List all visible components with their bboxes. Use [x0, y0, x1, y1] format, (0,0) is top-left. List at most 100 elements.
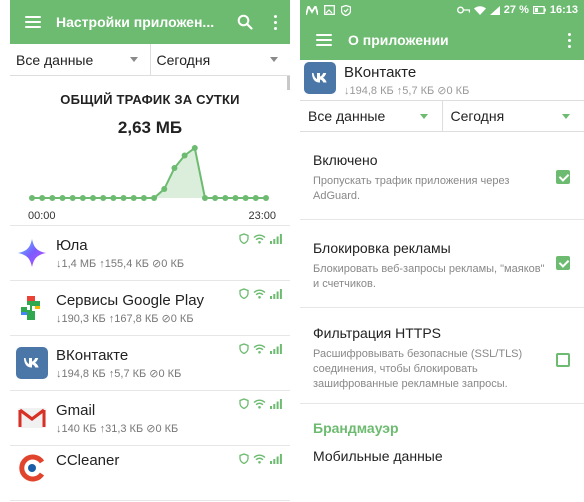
vk-icon [16, 347, 48, 379]
ccleaner-icon [16, 452, 48, 484]
traffic-point-15:00 [181, 152, 188, 159]
data-filter-dropdown[interactable]: Все данные [10, 44, 150, 75]
shield-icon [239, 453, 249, 464]
image-notification-icon [324, 5, 335, 15]
top-app-bar: О приложении [300, 20, 584, 60]
list-item[interactable]: Gmail ↓140 КБ ↑31,3 КБ ⊘0 КБ [10, 391, 290, 446]
traffic-point-02:00 [49, 195, 56, 201]
key-icon [456, 6, 470, 14]
app-status-icons [239, 288, 282, 299]
vk-icon [304, 62, 336, 94]
setting-description: Пропускать трафик приложения через AdGua… [313, 175, 510, 202]
app-header: ВКонтакте ↓194,8 КБ ↑5,7 КБ ⊘0 КБ [300, 60, 584, 100]
top-app-bar: Настройки приложен... [10, 0, 290, 44]
setting-ad-blocking[interactable]: Блокировка рекламы Блокировать веб-запро… [300, 220, 584, 308]
list-item[interactable]: ВКонтакте ↓194,8 КБ ↑5,7 КБ ⊘0 КБ [10, 336, 290, 391]
app-status-icons [239, 233, 282, 244]
traffic-point-20:00 [232, 195, 239, 201]
yula-icon [16, 237, 48, 269]
traffic-area [32, 148, 266, 198]
more-vert-icon [567, 32, 571, 48]
shield-icon [239, 233, 249, 244]
traffic-point-22:00 [252, 195, 259, 201]
app-traffic-stats: ↓194,8 КБ ↑5,7 КБ ⊘0 КБ [344, 85, 470, 97]
app-status-icons [239, 398, 282, 409]
app-notification-icon [306, 5, 318, 15]
shield-icon [239, 288, 249, 299]
setting-title: Включено [313, 152, 378, 168]
period-filter-value: Сегодня [156, 51, 211, 68]
shield-icon [239, 343, 249, 354]
app-traffic-stats: ↓194,8 КБ ↑5,7 КБ ⊘0 КБ [56, 367, 182, 380]
dropdown-arrow-icon [562, 113, 570, 119]
wifi-icon [253, 454, 266, 464]
traffic-point-04:00 [69, 195, 76, 201]
wifi-icon [253, 399, 266, 409]
traffic-point-00:00 [29, 195, 35, 201]
wifi-icon [253, 234, 266, 244]
setting-mobile-data[interactable]: Мобильные данные [300, 448, 584, 464]
traffic-point-05:00 [79, 195, 86, 201]
page-title: Настройки приложен... [56, 14, 215, 30]
menu-button[interactable] [300, 34, 348, 46]
traffic-point-07:00 [100, 195, 107, 201]
list-item[interactable]: Сервисы Google Play ↓190,3 КБ ↑167,8 КБ … [10, 281, 290, 336]
menu-button[interactable] [10, 16, 56, 28]
traffic-point-11:00 [140, 195, 147, 201]
hamburger-icon [316, 34, 332, 46]
traffic-point-01:00 [39, 195, 46, 201]
google-play-services-icon [16, 292, 48, 324]
setting-description: Блокировать веб-запросы рекламы, "маяков… [313, 263, 545, 290]
dropdown-arrow-icon [419, 113, 428, 119]
x-axis-start-label: 00:00 [28, 210, 56, 222]
setting-title: Блокировка рекламы [313, 240, 451, 256]
wifi-icon [253, 289, 266, 299]
app-name: ВКонтакте [344, 64, 417, 81]
traffic-point-17:00 [201, 195, 208, 201]
section-header-firewall: Брандмауэр [313, 420, 399, 436]
app-settings-screen: Настройки приложен... Все данные Сегодня… [10, 0, 290, 502]
dropdown-arrow-icon [129, 57, 138, 62]
period-filter-value: Сегодня [450, 108, 505, 124]
traffic-point-09:00 [120, 195, 127, 201]
setting-title: Фильтрация HTTPS [313, 325, 442, 341]
screen-divider [290, 0, 300, 502]
setting-enabled[interactable]: Включено Пропускать трафик приложения че… [300, 132, 584, 220]
list-item[interactable]: CCleaner [10, 446, 290, 501]
app-traffic-stats: ↓190,3 КБ ↑167,8 КБ ⊘0 КБ [56, 312, 194, 325]
shield-icon [239, 398, 249, 409]
app-status-icons [239, 343, 282, 354]
data-filter-dropdown[interactable]: Все данные [300, 101, 442, 131]
cellular-icon [270, 398, 282, 409]
shield-notification-icon [341, 4, 351, 16]
ad-blocking-checkbox[interactable] [556, 256, 570, 270]
traffic-point-16:00 [191, 145, 198, 151]
list-item[interactable]: Юла ↓1,4 МБ ↑155,4 КБ ⊘0 КБ [10, 226, 290, 281]
traffic-point-19:00 [222, 195, 229, 201]
period-filter-dropdown[interactable]: Сегодня [149, 44, 291, 75]
x-axis-end-label: 23:00 [248, 210, 276, 222]
wifi-icon [253, 344, 266, 354]
overflow-menu-button[interactable] [260, 14, 290, 30]
signal-icon [489, 5, 500, 15]
dropdown-arrow-icon [270, 57, 278, 62]
traffic-plot [29, 145, 269, 201]
app-status-icons [239, 453, 282, 464]
traffic-point-12:00 [151, 195, 158, 201]
period-filter-dropdown[interactable]: Сегодня [441, 101, 584, 131]
filter-bar: Все данные Сегодня [10, 44, 290, 76]
https-filtering-checkbox[interactable] [556, 353, 570, 367]
more-vert-icon [273, 14, 277, 30]
traffic-point-10:00 [130, 195, 137, 201]
status-bar: 27 % 16:13 [300, 0, 584, 20]
search-button[interactable] [230, 14, 260, 30]
traffic-point-21:00 [242, 195, 249, 201]
enabled-checkbox[interactable] [556, 170, 570, 184]
page-title: О приложении [348, 32, 449, 48]
setting-https-filtering[interactable]: Фильтрация HTTPS Расшифровывать безопасн… [300, 308, 584, 404]
traffic-point-13:00 [161, 186, 168, 192]
traffic-point-06:00 [90, 195, 97, 201]
cellular-icon [270, 288, 282, 299]
overflow-menu-button[interactable] [554, 32, 584, 48]
data-filter-value: Все данные [308, 108, 386, 124]
